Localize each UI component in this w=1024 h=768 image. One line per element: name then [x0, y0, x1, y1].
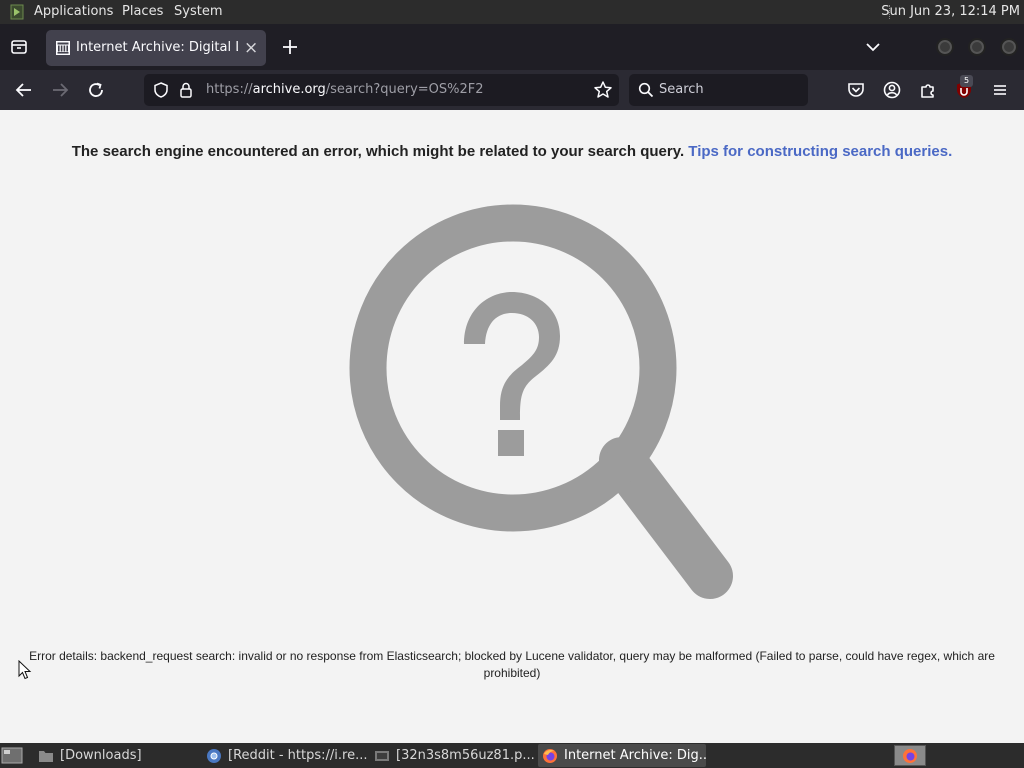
search-tips-link[interactable]: Tips for constructing search queries. [688, 143, 952, 160]
bookmark-star-icon[interactable] [593, 80, 613, 100]
new-tab-icon[interactable] [279, 36, 301, 58]
taskbar-task-downloads[interactable]: [Downloads] [34, 744, 200, 767]
url-text[interactable]: https://archive.org/search?query=OS%2F2 [206, 82, 484, 97]
firefox-icon [543, 749, 557, 763]
page-content: The search engine encountered an error, … [0, 110, 1024, 743]
search-box[interactable]: Search [629, 74, 808, 106]
task-label: Internet Archive: Dig... [564, 748, 706, 763]
window-minimize-button[interactable] [936, 38, 954, 56]
error-heading: The search engine encountered an error, … [0, 143, 1024, 160]
task-label: [Reddit - https://i.re... [228, 748, 368, 763]
applications-logo-icon[interactable] [8, 3, 26, 21]
firefox-icon [903, 749, 917, 763]
show-desktop-icon[interactable] [1, 746, 23, 765]
ublock-badge-count: 5 [960, 75, 973, 87]
chromium-icon [207, 749, 221, 763]
navigation-toolbar: https://archive.org/search?query=OS%2F2 … [0, 70, 1024, 110]
hamburger-menu-icon[interactable] [989, 79, 1011, 101]
folder-icon [39, 751, 53, 762]
reload-icon[interactable] [85, 79, 107, 101]
menu-system[interactable]: System [174, 4, 222, 19]
url-bar[interactable]: https://archive.org/search?query=OS%2F2 [144, 74, 619, 106]
taskbar-task-firefox[interactable]: Internet Archive: Dig... [538, 744, 706, 767]
top-panel: Applications Places System Sun Jun 23, 1… [0, 0, 1024, 24]
back-arrow-icon[interactable] [13, 79, 35, 101]
tab-title: Internet Archive: Digital Libr [76, 40, 238, 55]
search-placeholder: Search [659, 82, 704, 97]
extensions-puzzle-icon[interactable] [917, 79, 939, 101]
tracking-protection-shield-icon[interactable] [152, 81, 170, 99]
error-details: Error details: backend_request search: i… [29, 649, 995, 680]
forward-arrow-icon[interactable] [49, 79, 71, 101]
tab-close-icon[interactable]: × [244, 37, 258, 59]
error-message: The search engine encountered an error, … [71, 143, 685, 160]
task-label: [32n3s8m56uz81.p... [396, 748, 535, 763]
menu-places[interactable]: Places [122, 4, 163, 19]
search-icon [638, 82, 654, 98]
taskbar-task-image[interactable]: [32n3s8m56uz81.p... [370, 744, 536, 767]
tab-strip: Internet Archive: Digital Libr × [0, 24, 1024, 70]
menu-applications[interactable]: Applications [34, 4, 113, 19]
taskbar-task-reddit[interactable]: [Reddit - https://i.re... [202, 744, 368, 767]
account-icon[interactable] [881, 79, 903, 101]
url-host: archive.org [252, 82, 326, 97]
firefox-view-icon[interactable] [8, 36, 30, 58]
window-maximize-button[interactable] [968, 38, 986, 56]
image-viewer-icon [375, 751, 389, 761]
internet-archive-favicon-icon [56, 41, 70, 55]
question-magnifier-icon [349, 204, 733, 599]
list-all-tabs-chevron-down-icon[interactable] [862, 36, 884, 58]
url-path: /search?query=OS%2F2 [325, 82, 484, 97]
pocket-icon[interactable] [845, 79, 867, 101]
workspace-switcher[interactable] [894, 745, 926, 766]
bottom-taskbar: [Downloads] [Reddit - https://i.re... [3… [0, 743, 1024, 768]
lock-icon[interactable] [178, 81, 194, 99]
panel-clock[interactable]: Sun Jun 23, 12:14 PM [881, 4, 1020, 19]
tab-internet-archive[interactable]: Internet Archive: Digital Libr × [46, 30, 266, 66]
url-scheme: https:// [206, 82, 253, 97]
mouse-pointer-icon [18, 660, 32, 680]
task-label: [Downloads] [60, 748, 142, 763]
window-close-button[interactable] [1000, 38, 1018, 56]
